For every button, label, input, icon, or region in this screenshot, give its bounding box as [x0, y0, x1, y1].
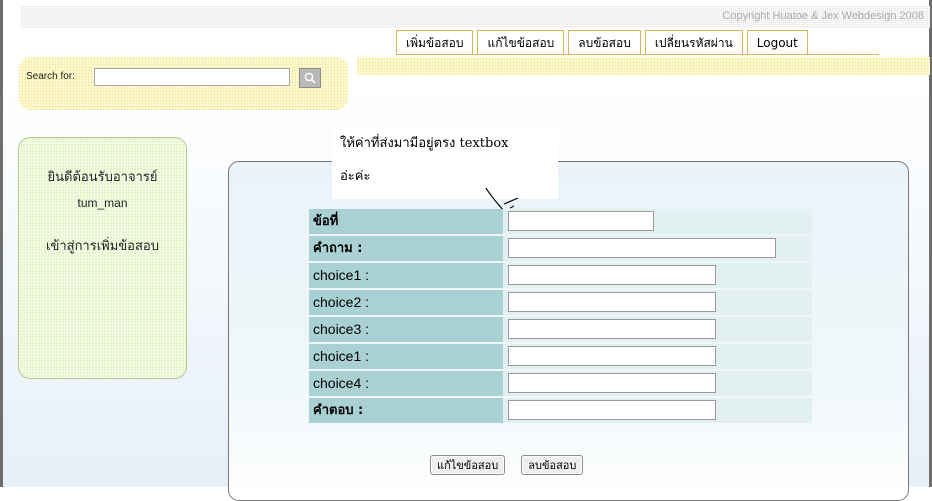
- label-choice3: choice3 :: [309, 317, 503, 342]
- search-panel: Search for:: [19, 57, 348, 110]
- nav-underline: [396, 54, 879, 55]
- form-row-answer: คำตอบ :: [309, 398, 812, 423]
- magnifier-icon: [304, 72, 316, 84]
- choice1-input[interactable]: [508, 265, 716, 285]
- form-row-choice1: choice1 :: [309, 263, 812, 288]
- label-answer: คำตอบ :: [309, 398, 503, 423]
- exam-form: ข้อที่ คำถาม : choice1 : choice2 : choic…: [309, 209, 812, 425]
- form-row-question: คำถาม :: [309, 236, 812, 261]
- tab-edit-exam[interactable]: แก้ไขข้อสอบ: [477, 30, 565, 55]
- label-choice1: choice1 :: [309, 263, 503, 288]
- annotation-line-1: ให้ค่าที่ส่งมามีอยู่ตรง textbox: [340, 136, 509, 151]
- number-input[interactable]: [508, 211, 654, 231]
- choice2-input[interactable]: [508, 292, 716, 312]
- annotation-line-2: อ่ะค่ะ: [340, 169, 371, 184]
- choice4-input[interactable]: [508, 373, 716, 393]
- welcome-text: ยินดีต้อนรับอาจารย์: [47, 170, 158, 185]
- tab-logout[interactable]: Logout: [746, 30, 808, 55]
- username: tum_man: [77, 196, 128, 210]
- label-number: ข้อที่: [309, 209, 503, 234]
- search-label: Search for:: [26, 71, 75, 82]
- form-row-choice2: choice2 :: [309, 290, 812, 315]
- label-choice4: choice4 :: [309, 371, 503, 396]
- welcome-panel: ยินดีต้อนรับอาจารย์ tum_man เข้าสู่การเพ…: [18, 137, 187, 379]
- main-nav: เพิ่มข้อสอบ แก้ไขข้อสอบ ลบข้อสอบ เปลี่ยน…: [396, 30, 812, 55]
- label-question: คำถาม :: [309, 236, 503, 261]
- form-row-choice3: choice3 :: [309, 317, 812, 342]
- form-row-choice1-dup: choice1 :: [309, 344, 812, 369]
- header-bar: Copyright Huatoe & Jex Webdesign 2008: [20, 6, 930, 28]
- subheader-strip: [357, 57, 930, 75]
- copyright-text: Copyright Huatoe & Jex Webdesign 2008: [722, 10, 924, 22]
- search-input[interactable]: [94, 68, 290, 86]
- add-exam-link[interactable]: เข้าสู่การเพิ่มข้อสอบ: [19, 235, 186, 256]
- label-choice2: choice2 :: [309, 290, 503, 315]
- question-input[interactable]: [508, 238, 776, 258]
- answer-input[interactable]: [508, 400, 716, 420]
- edit-exam-button[interactable]: แก้ไขข้อสอบ: [430, 455, 506, 475]
- form-buttons: แก้ไขข้อสอบ ลบข้อสอบ: [430, 455, 584, 475]
- delete-exam-button[interactable]: ลบข้อสอบ: [521, 455, 584, 475]
- tab-add-exam[interactable]: เพิ่มข้อสอบ: [396, 30, 474, 55]
- form-row-number: ข้อที่: [309, 209, 812, 234]
- tab-change-password[interactable]: เปลี่ยนรหัสผ่าน: [644, 30, 743, 55]
- search-button[interactable]: [299, 68, 321, 88]
- tab-delete-exam[interactable]: ลบข้อสอบ: [568, 30, 641, 55]
- label-choice1-dup: choice1 :: [309, 344, 503, 369]
- choice3-input[interactable]: [508, 319, 716, 339]
- choice1-dup-input[interactable]: [508, 346, 716, 366]
- form-row-choice4: choice4 :: [309, 371, 812, 396]
